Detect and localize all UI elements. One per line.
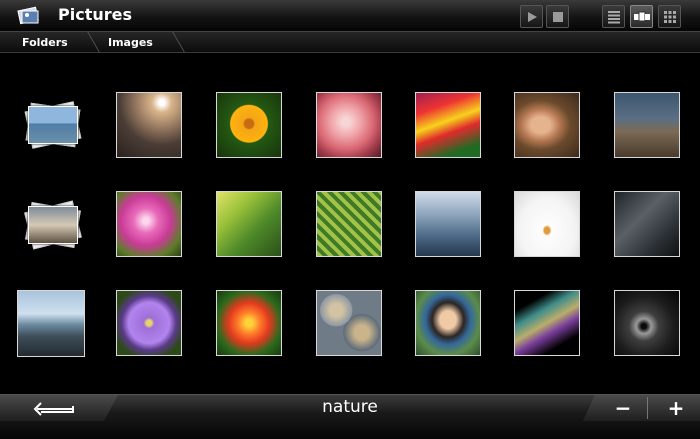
image-thumbnail[interactable] [116,191,182,257]
list-view-button[interactable] [602,5,625,28]
image-thumbnail[interactable] [17,290,85,357]
image-thumbnail[interactable] [316,290,382,356]
play-button[interactable] [520,5,543,28]
image-thumbnail[interactable] [216,290,282,356]
breadcrumb-tabs: Folders Images [0,32,700,53]
bottom-bar: nature − + [0,394,700,439]
image-thumbnail[interactable] [415,191,481,257]
zoom-divider [647,397,648,419]
tab-images[interactable]: Images [108,32,153,52]
grid-view-button[interactable] [658,5,681,28]
image-thumbnail[interactable] [316,92,382,158]
image-thumbnail[interactable] [514,92,580,158]
image-thumbnail[interactable] [216,191,282,257]
list-view-icon [607,10,620,23]
pictures-app-icon [17,5,41,25]
image-thumbnail[interactable] [614,290,680,356]
image-thumbnail[interactable] [216,92,282,158]
image-thumbnail[interactable] [415,290,481,356]
image-thumbnail[interactable] [116,92,182,158]
tab-divider [87,32,100,52]
image-thumbnail[interactable] [514,191,580,257]
image-thumbnail[interactable] [614,191,680,257]
zoom-out-button[interactable]: − [605,395,641,421]
stop-icon [552,11,563,22]
tab-folders[interactable]: Folders [22,32,68,52]
folder-thumbnail[interactable] [18,192,84,258]
title-bar: Pictures [0,0,700,32]
image-thumbnail[interactable] [116,290,182,356]
flow-view-icon [633,11,650,21]
tab-divider [172,32,185,52]
stop-button[interactable] [546,5,569,28]
flow-view-button[interactable] [630,5,653,28]
image-thumbnail[interactable] [316,191,382,257]
grid-view-icon [663,10,676,23]
image-thumbnail[interactable] [614,92,680,158]
folder-thumbnail[interactable] [18,92,84,158]
image-thumbnail[interactable] [514,290,580,356]
zoom-in-button[interactable]: + [656,395,696,421]
image-thumbnail[interactable] [415,92,481,158]
play-icon [527,11,537,22]
app-title: Pictures [58,5,132,24]
